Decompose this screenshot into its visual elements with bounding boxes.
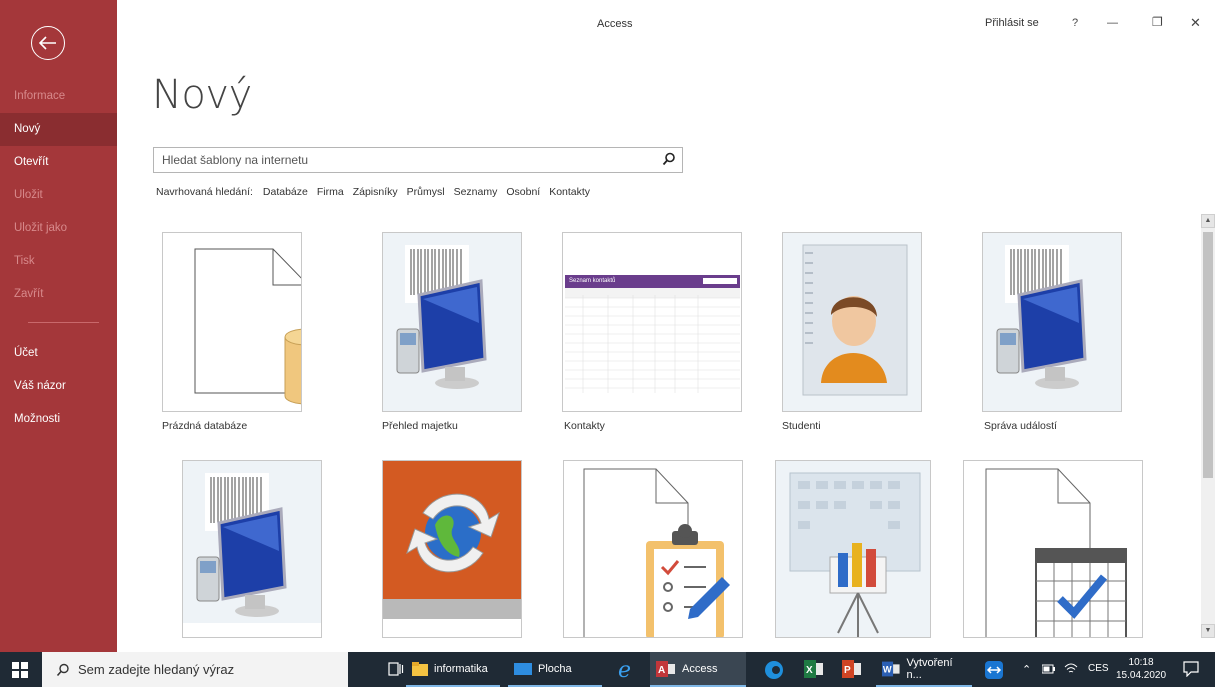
scroll-thumb[interactable] — [1203, 232, 1213, 478]
internet-explorer-icon[interactable]: e — [616, 658, 638, 683]
nav-item-tisk[interactable]: Tisk — [0, 245, 117, 278]
edge-icon[interactable] — [764, 660, 784, 683]
minimize-button[interactable]: — — [1107, 17, 1118, 29]
suggested-searches: Navrhovaná hledání: Databáze Firma Zápis… — [156, 186, 590, 198]
presentation-chart-icon — [789, 472, 921, 637]
clipboard-checklist-icon — [583, 468, 730, 637]
suggested-kontakty[interactable]: Kontakty — [549, 186, 590, 198]
asset-computer-icon — [396, 245, 487, 389]
close-button[interactable]: ✕ — [1190, 15, 1201, 31]
teamviewer-icon[interactable] — [985, 661, 1003, 682]
template-thumbnail[interactable] — [982, 232, 1122, 412]
computer-barcode-icon — [183, 473, 321, 637]
nav-item-novy[interactable]: Nový — [0, 113, 117, 146]
template-label: Správa událostí — [984, 420, 1057, 432]
search-icon[interactable] — [662, 152, 676, 166]
back-button[interactable] — [31, 26, 65, 60]
nav-item-ulozit[interactable]: Uložit — [0, 179, 117, 212]
template-search — [153, 147, 683, 173]
help-button[interactable]: ? — [1072, 17, 1078, 29]
template-label: Studenti — [782, 420, 821, 432]
access-icon: A — [656, 660, 675, 677]
template-thumbnail[interactable] — [162, 232, 302, 412]
taskbar-search-placeholder: Sem zadejte hledaný výraz — [78, 662, 235, 677]
template-thumbnail[interactable] — [775, 460, 931, 638]
tray-overflow-icon[interactable]: ⌃ — [1022, 663, 1031, 676]
nav-item-vas-nazor[interactable]: Váš názor — [0, 370, 117, 403]
suggested-prumysl[interactable]: Průmysl — [407, 186, 445, 198]
backstage-nav: Informace Nový Otevřít Uložit Uložit jak… — [0, 80, 117, 436]
system-clock[interactable]: 10:18 15.04.2020 — [1116, 656, 1166, 682]
task-view-icon[interactable] — [388, 662, 404, 679]
svg-text:e: e — [618, 658, 631, 680]
nav-item-ulozit-jako[interactable]: Uložit jako — [0, 212, 117, 245]
folder-icon — [412, 661, 428, 676]
event-computer-icon — [996, 245, 1087, 389]
access-backstage: Informace Nový Otevřít Uložit Uložit jak… — [0, 0, 1215, 652]
template-thumbnail[interactable] — [182, 460, 322, 638]
template-label: Přehled majetku — [382, 420, 458, 432]
suggested-firma[interactable]: Firma — [317, 186, 344, 198]
suggested-zapisniky[interactable]: Zápisníky — [353, 186, 398, 198]
scroll-up-icon[interactable]: ▲ — [1201, 214, 1215, 228]
taskbar-app-plocha[interactable]: Plocha — [508, 652, 602, 687]
notifications-icon[interactable] — [1183, 661, 1199, 680]
suggested-label: Navrhovaná hledání: — [156, 186, 253, 198]
powerpoint-icon[interactable]: P — [842, 660, 862, 681]
nav-item-informace[interactable]: Informace — [0, 80, 117, 113]
template-thumbnail[interactable]: Seznam kontaktů — [562, 232, 742, 412]
windows-taskbar: Sem zadejte hledaný výraz informatika Pl… — [0, 652, 1215, 687]
windows-start-icon[interactable] — [12, 662, 28, 681]
student-notebook-icon — [802, 244, 908, 396]
template-label: Prázdná databáze — [162, 420, 248, 432]
nav-item-zavrit[interactable]: Zavřít — [0, 278, 117, 311]
svg-text:P: P — [844, 665, 851, 676]
page-title: Nový — [152, 72, 252, 118]
nav-item-ucet[interactable]: Účet — [0, 337, 117, 370]
calendar-check-icon — [985, 468, 1127, 637]
template-thumbnail[interactable] — [963, 460, 1143, 638]
scroll-down-icon[interactable]: ▼ — [1201, 624, 1215, 638]
globe-sync-icon — [383, 461, 521, 637]
nav-item-moznosti[interactable]: Možnosti — [0, 403, 117, 436]
word-icon: W — [882, 661, 900, 676]
template-thumbnail[interactable] — [382, 232, 522, 412]
suggested-databaze[interactable]: Databáze — [263, 186, 308, 198]
backstage-sidebar: Informace Nový Otevřít Uložit Uložit jak… — [0, 0, 117, 652]
suggested-seznamy[interactable]: Seznamy — [454, 186, 498, 198]
sign-in-link[interactable]: Přihlásit se — [985, 17, 1039, 29]
nav-item-otevrit[interactable]: Otevřít — [0, 146, 117, 179]
svg-text:W: W — [883, 664, 892, 674]
desktop-icon — [514, 662, 532, 675]
keyboard-language[interactable]: CES — [1088, 663, 1109, 674]
suggested-osobni[interactable]: Osobní — [506, 186, 540, 198]
contact-list-preview — [565, 278, 740, 393]
window-title: Access — [597, 18, 633, 30]
clock-time: 10:18 — [1128, 657, 1154, 668]
svg-text:X: X — [806, 665, 813, 676]
taskbar-app-access[interactable]: A Access — [650, 652, 746, 687]
nav-divider — [28, 322, 99, 323]
arrow-left-icon — [39, 36, 56, 50]
template-search-input[interactable] — [154, 148, 654, 172]
title-bar: Access Přihlásit se ? — ❐ ✕ — [117, 0, 1215, 50]
search-icon — [56, 663, 69, 676]
excel-icon[interactable]: X — [804, 660, 824, 681]
blank-database-icon — [194, 248, 301, 405]
vertical-scrollbar[interactable]: ▲ ▼ — [1201, 214, 1215, 638]
template-thumbnail[interactable] — [563, 460, 743, 638]
taskbar-app-word[interactable]: W Vytvoření n... — [876, 652, 972, 687]
restore-button[interactable]: ❐ — [1152, 15, 1163, 29]
wifi-icon[interactable] — [1064, 663, 1078, 678]
clock-date: 15.04.2020 — [1116, 670, 1167, 681]
template-thumbnail[interactable] — [382, 460, 522, 638]
template-label: Kontakty — [564, 420, 605, 432]
taskbar-search[interactable]: Sem zadejte hledaný výraz — [42, 652, 348, 687]
svg-text:A: A — [658, 665, 665, 676]
battery-icon[interactable] — [1041, 664, 1056, 677]
taskbar-app-informatika[interactable]: informatika — [406, 652, 500, 687]
template-thumbnail[interactable] — [782, 232, 922, 412]
